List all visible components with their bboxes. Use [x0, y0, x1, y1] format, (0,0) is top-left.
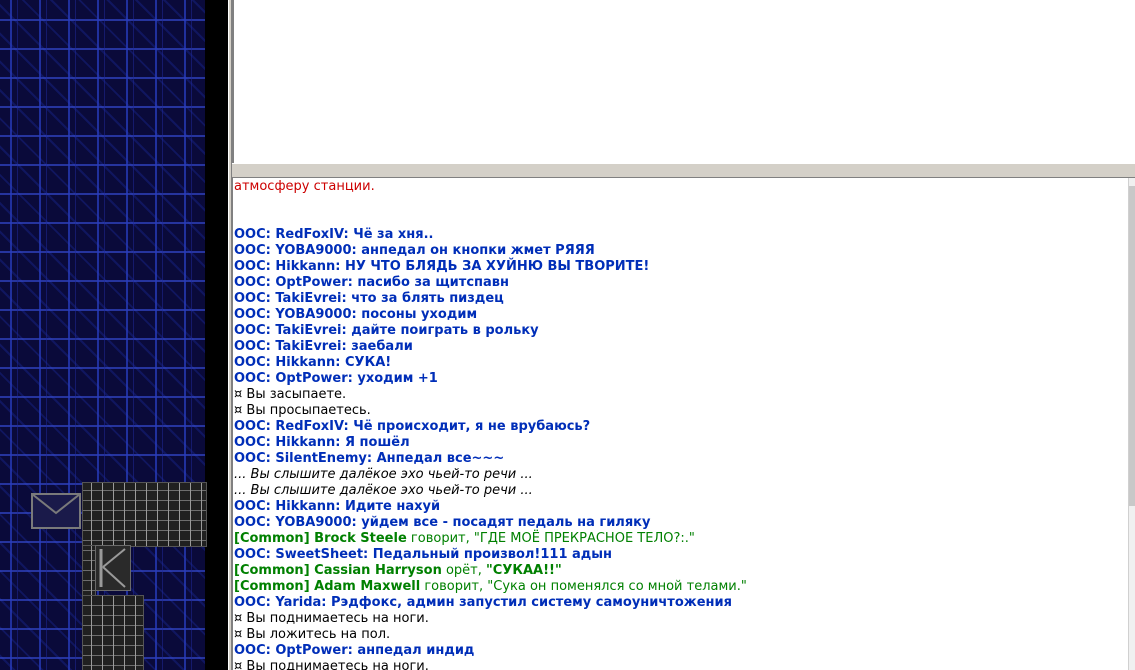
speech-verb: говорит, [420, 579, 488, 594]
chat-line: OOC: YOBA9000: анпедал он кнопки жмет РЯ… [234, 243, 595, 258]
chat-line: OOC: OptPower: пасибо за щитспавн [234, 275, 509, 290]
chat-line: OOC: SilentEnemy: Анпедал все~~~ [234, 451, 505, 466]
game-map-viewport[interactable] [0, 0, 228, 670]
chat-line: OOC: Hikkann: Я пошёл [234, 435, 410, 450]
speaker-name: [Common] Adam Maxwell [234, 579, 421, 594]
space-void [205, 0, 228, 670]
chat-line: OOC: TakiEvrei: дайте поиграть в рольку [234, 323, 539, 338]
speaker-name: [Common] Cassian Harryson [234, 563, 442, 578]
chat-line: ¤ Вы поднимаетесь на ноги. [234, 659, 429, 670]
speech-message: "СУКАА!!" [486, 563, 562, 578]
chat-line [234, 211, 1135, 227]
chat-line: ¤ Вы просыпаетесь. [234, 403, 371, 418]
floor-grate-bottom [82, 595, 144, 670]
chat-line: OOC: YOBA9000: посоны уходим [234, 307, 478, 322]
speech-verb: говорит, [406, 531, 474, 546]
chat-scrollbar[interactable] [1128, 178, 1135, 670]
chat-line: [Common] Adam Maxwell говорит, "Сука он … [234, 579, 1135, 595]
chat-line: ¤ Вы поднимаетесь на ноги. [234, 611, 429, 626]
chat-lines: атмосферу станции. OOC: RedFoxIV: Чё за х… [234, 178, 1135, 670]
chat-line: ... Вы слышите далёкое эхо чьей-то речи … [234, 483, 533, 498]
chat-line: OOC: Hikkann: НУ ЧТО БЛЯДЬ ЗА ХУЙНЮ ВЫ Т… [234, 259, 650, 274]
chat-line: OOC: Yarida: Рэдфокс, админ запустил сис… [234, 595, 732, 610]
chat-line: [Common] Cassian Harryson орёт, "СУКАА!!… [234, 563, 1135, 579]
door-icon[interactable] [95, 545, 131, 591]
chat-line: OOC: Hikkann: СУКА! [234, 355, 392, 370]
chat-line: OOC: TakiEvrei: заебали [234, 339, 413, 354]
info-panel [232, 0, 1135, 163]
horizontal-splitter[interactable] [232, 163, 1135, 178]
chat-line: OOC: RedFoxIV: Чё за хня.. [234, 227, 434, 242]
chat-line [234, 195, 1135, 211]
floor-grate-top [82, 482, 207, 547]
chat-line: OOC: RedFoxIV: Чё происходит, я не вруба… [234, 419, 591, 434]
chat-line: OOC: SweetSheet: Педальный произвол!111 … [234, 547, 613, 562]
floor-grate-side [82, 545, 96, 597]
speaker-name: [Common] Brock Steele [234, 531, 407, 546]
chat-line: OOC: YOBA9000: уйдем все - посадят педал… [234, 515, 651, 530]
chat-line: ¤ Вы засыпаете. [234, 387, 347, 402]
chat-line: атмосферу станции. [234, 179, 375, 194]
chat-line: OOC: OptPower: анпедал индид [234, 643, 475, 658]
chat-line: OOC: TakiEvrei: что за блять пиздец [234, 291, 504, 306]
envelope-icon[interactable] [31, 493, 81, 529]
chat-line: OOC: OptPower: уходим +1 [234, 371, 438, 386]
chat-output[interactable]: атмосферу станции. OOC: RedFoxIV: Чё за х… [232, 178, 1135, 670]
speech-verb: орёт, [441, 563, 487, 578]
chat-line: OOC: Hikkann: Идите нахуй [234, 499, 441, 514]
chat-scrollbar-thumb[interactable] [1129, 186, 1135, 506]
speech-message: "ГДЕ МОЁ ПРЕКРАСНОЕ ТЕЛО?:." [473, 531, 695, 546]
chat-line: ... Вы слышите далёкое эхо чьей-то речи … [234, 467, 533, 482]
chat-line: ¤ Вы ложитесь на пол. [234, 627, 391, 642]
speech-message: "Сука он поменялся со мной телами." [487, 579, 747, 594]
chat-line: [Common] Brock Steele говорит, "ГДЕ МОЁ … [234, 531, 1135, 547]
